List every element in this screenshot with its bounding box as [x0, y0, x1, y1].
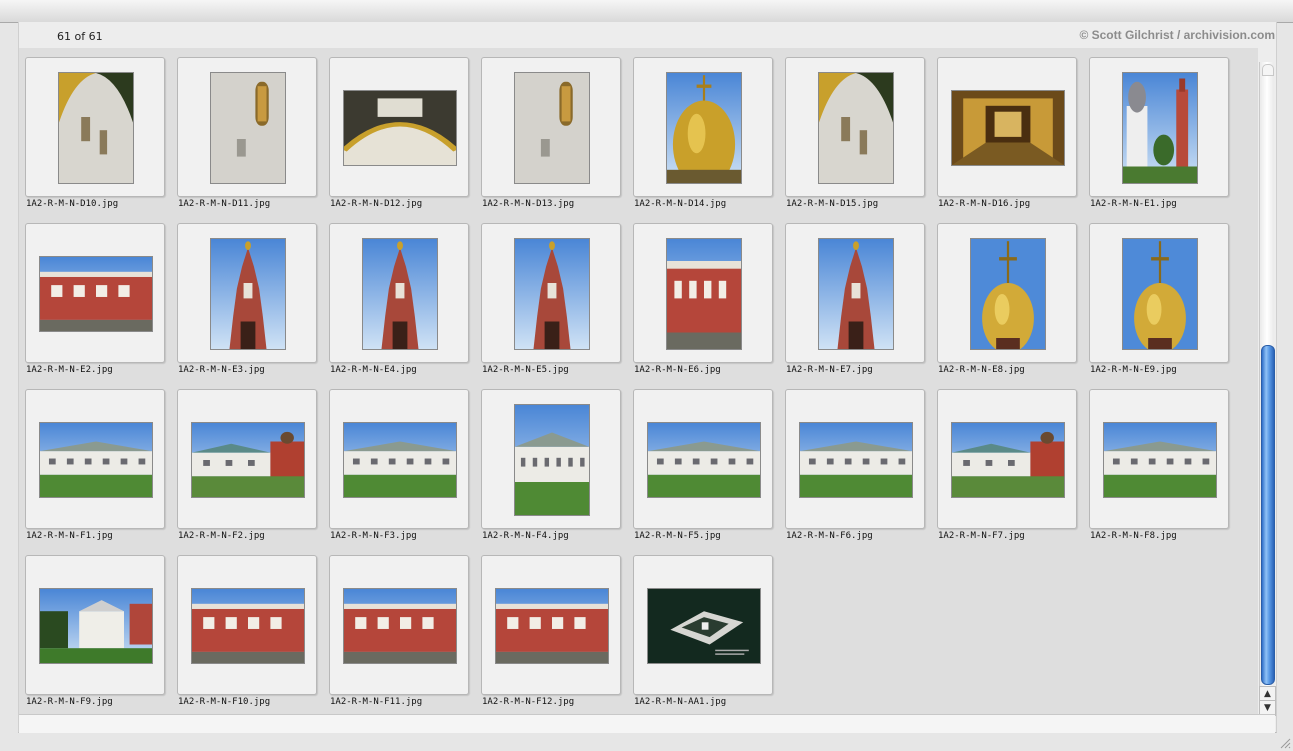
thumbnail-filename: 1A2-R-M-N-F7.jpg — [938, 531, 1025, 541]
thumbnail-filename: 1A2-R-M-N-F6.jpg — [786, 531, 873, 541]
thumbnail-card[interactable] — [25, 389, 165, 529]
resize-grip-icon[interactable] — [1279, 737, 1291, 749]
thumbnail-image[interactable] — [951, 422, 1065, 498]
thumbnail-image[interactable] — [514, 238, 590, 350]
thumbnail-filename: 1A2-R-M-N-D16.jpg — [938, 199, 1031, 209]
thumbnail-card[interactable] — [1089, 389, 1229, 529]
thumbnail-card[interactable] — [329, 389, 469, 529]
thumbnail-image[interactable] — [818, 72, 894, 184]
thumbnail-image[interactable] — [210, 238, 286, 350]
thumbnail-filename: 1A2-R-M-N-F9.jpg — [26, 697, 113, 707]
thumbnail-image[interactable] — [39, 422, 153, 498]
thumbnail-card[interactable] — [481, 389, 621, 529]
thumbnail-filename: 1A2-R-M-N-D15.jpg — [786, 199, 879, 209]
thumbnail-filename: 1A2-R-M-N-F3.jpg — [330, 531, 417, 541]
scrollbar-thumb[interactable] — [1261, 345, 1275, 685]
thumbnail-card[interactable] — [329, 223, 469, 363]
thumbnail-filename: 1A2-R-M-N-F4.jpg — [482, 531, 569, 541]
thumbnail-card[interactable] — [481, 555, 621, 695]
thumbnail-filename: 1A2-R-M-N-F8.jpg — [1090, 531, 1177, 541]
thumbnail-filename: 1A2-R-M-N-F12.jpg — [482, 697, 575, 707]
thumbnail-filename: 1A2-R-M-N-E4.jpg — [330, 365, 417, 375]
thumbnail-card[interactable] — [633, 57, 773, 197]
thumbnail-filename: 1A2-R-M-N-D13.jpg — [482, 199, 575, 209]
thumbnail-grid: 1A2-R-M-N-D10.jpg 1A2-R-M-N-D11.jpg 1A2-R-… — [19, 48, 1258, 714]
thumbnail-image[interactable] — [799, 422, 913, 498]
thumbnail-card[interactable] — [177, 223, 317, 363]
thumbnail-filename: 1A2-R-M-N-F10.jpg — [178, 697, 271, 707]
thumbnail-filename: 1A2-R-M-N-F11.jpg — [330, 697, 423, 707]
thumbnail-image[interactable] — [951, 90, 1065, 166]
thumbnail-image[interactable] — [343, 90, 457, 166]
thumbnail-filename: 1A2-R-M-N-E8.jpg — [938, 365, 1025, 375]
thumbnail-image[interactable] — [1103, 422, 1217, 498]
thumbnail-image[interactable] — [514, 404, 590, 516]
thumbnail-image[interactable] — [495, 588, 609, 664]
thumbnail-image[interactable] — [666, 238, 742, 350]
thumbnail-card[interactable] — [1089, 57, 1229, 197]
thumbnail-card[interactable] — [25, 57, 165, 197]
thumbnail-image[interactable] — [647, 422, 761, 498]
thumbnail-image[interactable] — [1122, 238, 1198, 350]
thumbnail-image[interactable] — [647, 588, 761, 664]
thumbnail-card[interactable] — [177, 57, 317, 197]
thumbnail-filename: 1A2-R-M-N-E1.jpg — [1090, 199, 1177, 209]
image-count: 61 of 61 — [57, 30, 103, 43]
scrollbar-cap — [1262, 64, 1274, 76]
thumbnail-image[interactable] — [362, 238, 438, 350]
thumbnail-image[interactable] — [343, 422, 457, 498]
thumbnail-filename: 1A2-R-M-N-D12.jpg — [330, 199, 423, 209]
thumbnail-image[interactable] — [666, 72, 742, 184]
thumbnail-card[interactable] — [25, 555, 165, 695]
thumbnail-filename: 1A2-R-M-N-D11.jpg — [178, 199, 271, 209]
thumbnail-image[interactable] — [39, 588, 153, 664]
thumbnail-image[interactable] — [514, 72, 590, 184]
thumbnail-card[interactable] — [633, 223, 773, 363]
thumbnail-filename: 1A2-R-M-N-E3.jpg — [178, 365, 265, 375]
thumbnail-image[interactable] — [39, 256, 153, 332]
thumbnail-image[interactable] — [210, 72, 286, 184]
thumbnail-card[interactable] — [633, 555, 773, 695]
thumbnail-image[interactable] — [191, 588, 305, 664]
thumbnail-card[interactable] — [481, 223, 621, 363]
thumbnail-card[interactable] — [329, 555, 469, 695]
thumbnail-card[interactable] — [177, 389, 317, 529]
thumbnail-image[interactable] — [191, 422, 305, 498]
thumbnail-filename: 1A2-R-M-N-D14.jpg — [634, 199, 727, 209]
thumbnail-card[interactable] — [937, 389, 1077, 529]
thumbnail-image[interactable] — [58, 72, 134, 184]
thumbnail-filename: 1A2-R-M-N-D10.jpg — [26, 199, 119, 209]
thumbnail-filename: 1A2-R-M-N-F2.jpg — [178, 531, 265, 541]
thumbnail-card[interactable] — [25, 223, 165, 363]
thumbnail-filename: 1A2-R-M-N-F5.jpg — [634, 531, 721, 541]
thumbnail-card[interactable] — [633, 389, 773, 529]
thumbnail-image[interactable] — [970, 238, 1046, 350]
thumbnail-card[interactable] — [785, 389, 925, 529]
thumbnail-card[interactable] — [177, 555, 317, 695]
thumbnail-image[interactable] — [818, 238, 894, 350]
thumbnail-filename: 1A2-R-M-N-E9.jpg — [1090, 365, 1177, 375]
thumbnail-card[interactable] — [937, 57, 1077, 197]
thumbnail-image[interactable] — [1122, 72, 1198, 184]
thumbnail-card[interactable] — [785, 57, 925, 197]
thumbnail-card[interactable] — [481, 57, 621, 197]
thumbnail-filename: 1A2-R-M-N-E6.jpg — [634, 365, 721, 375]
copyright-credit: © Scott Gilchrist / archivision.com — [1079, 28, 1275, 42]
thumbnail-card[interactable] — [937, 223, 1077, 363]
thumbnail-image[interactable] — [343, 588, 457, 664]
thumbnail-card[interactable] — [1089, 223, 1229, 363]
thumbnail-filename: 1A2-R-M-N-F1.jpg — [26, 531, 113, 541]
thumbnail-filename: 1A2-R-M-N-E2.jpg — [26, 365, 113, 375]
thumbnail-filename: 1A2-R-M-N-E5.jpg — [482, 365, 569, 375]
arrow-down-icon: ▼ — [1264, 703, 1271, 713]
window-top-bar — [0, 0, 1293, 23]
thumbnail-filename: 1A2-R-M-N-E7.jpg — [786, 365, 873, 375]
thumbnail-card[interactable] — [329, 57, 469, 197]
thumbnail-card[interactable] — [785, 223, 925, 363]
status-strip — [19, 714, 1275, 733]
arrow-up-icon: ▲ — [1264, 689, 1271, 699]
thumbnail-filename: 1A2-R-M-N-AA1.jpg — [634, 697, 727, 707]
